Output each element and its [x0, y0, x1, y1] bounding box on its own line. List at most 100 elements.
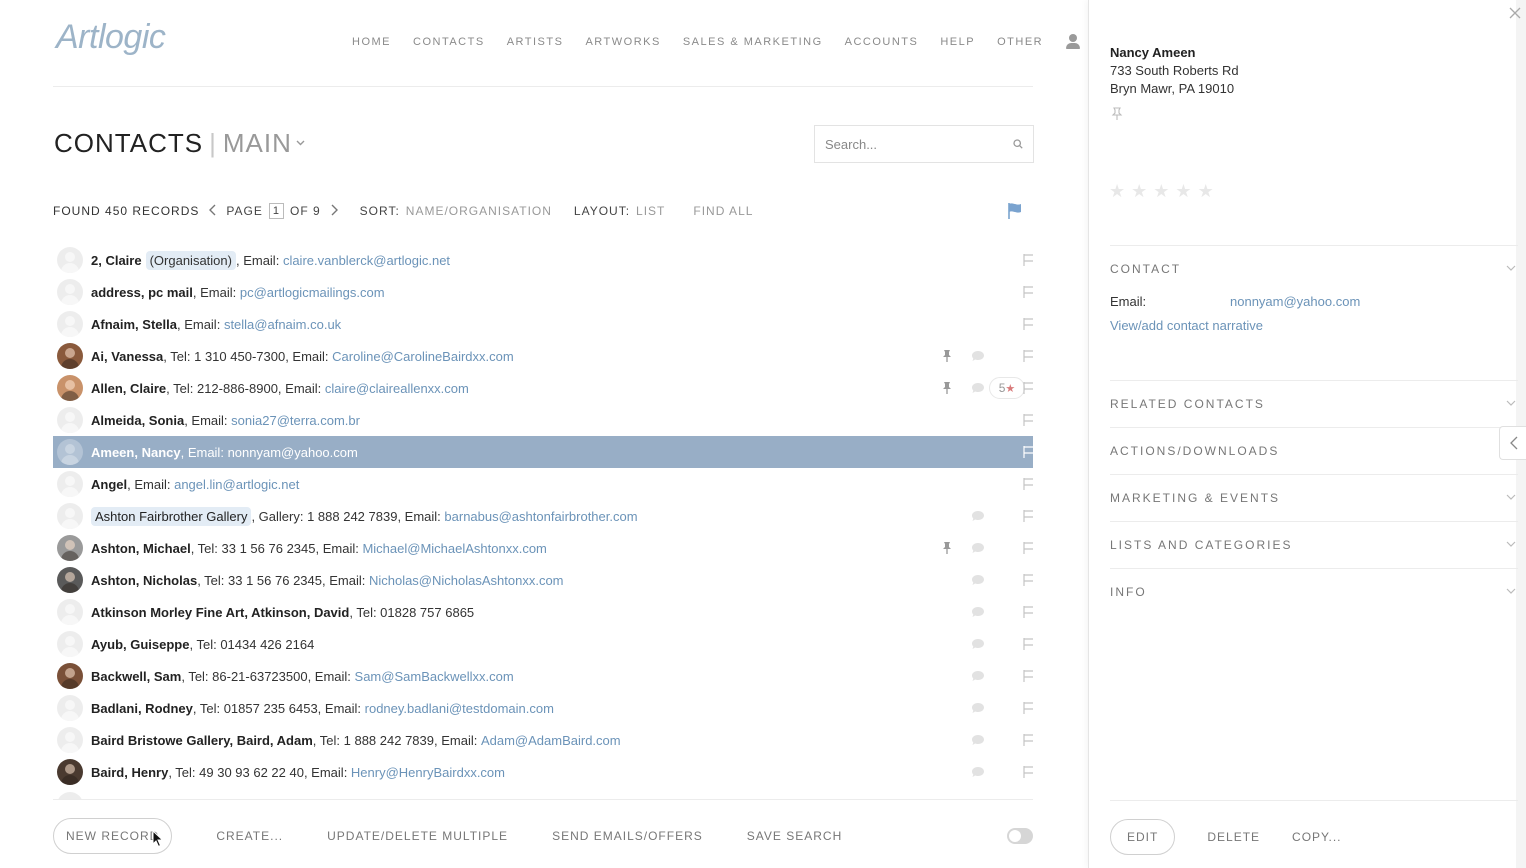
view-toggle[interactable]: [1007, 828, 1033, 844]
contact-email-link[interactable]: barnabus@ashtonfairbrother.com: [444, 509, 637, 524]
comment-icon[interactable]: [971, 638, 985, 650]
pin-icon[interactable]: [1110, 107, 1124, 121]
table-row[interactable]: Ai, Vanessa, Tel: 1 310 450-7300, Email:…: [53, 340, 1033, 372]
comment-icon[interactable]: [971, 766, 985, 778]
flag-icon[interactable]: [1022, 541, 1033, 555]
copy-button[interactable]: COPY...: [1292, 830, 1341, 844]
contact-email-link[interactable]: Michael@MichaelAshtonxx.com: [362, 541, 546, 556]
table-row-selected[interactable]: Ameen, Nancy, Email: nonnyam@yahoo.com: [53, 436, 1033, 468]
flag-icon[interactable]: [1022, 765, 1033, 779]
contact-email-link[interactable]: Henry@HenryBairdxx.com: [351, 765, 505, 780]
comment-icon[interactable]: [971, 542, 985, 554]
table-row[interactable]: Ashton Fairbrother Gallery, Gallery: 1 8…: [53, 500, 1033, 532]
section-actions-downloads[interactable]: ACTIONS/DOWNLOADS: [1110, 427, 1518, 474]
star-5-icon[interactable]: ★: [1198, 181, 1214, 202]
view-add-narrative-link[interactable]: View/add contact narrative: [1110, 318, 1263, 333]
section-info[interactable]: INFO: [1110, 568, 1518, 615]
save-search-button[interactable]: SAVE SEARCH: [747, 829, 842, 843]
nav-contacts[interactable]: CONTACTS: [413, 36, 485, 48]
star-2-icon[interactable]: ★: [1131, 181, 1147, 202]
table-row[interactable]: Badlani, Rodney, Tel: 01857 235 6453, Em…: [53, 692, 1033, 724]
contact-email-link[interactable]: Sam@SamBackwellxx.com: [355, 669, 514, 684]
page-number-input[interactable]: 1: [268, 203, 284, 219]
comment-icon[interactable]: [971, 606, 985, 618]
flag-icon[interactable]: [1022, 701, 1033, 715]
contact-email-link[interactable]: stella@afnaim.co.uk: [224, 317, 341, 332]
user-icon[interactable]: [1065, 34, 1081, 50]
nav-accounts[interactable]: ACCOUNTS: [845, 36, 919, 48]
pin-icon[interactable]: [940, 349, 954, 363]
nav-home[interactable]: HOME: [352, 36, 391, 48]
view-selector[interactable]: MAIN: [223, 128, 292, 158]
search-icon[interactable]: [1013, 139, 1023, 149]
table-row[interactable]: Ashton, Nicholas, Tel: 33 1 56 76 2345, …: [53, 564, 1033, 596]
contact-email-link[interactable]: Nicholas@NicholasAshtonxx.com: [369, 573, 564, 588]
table-row[interactable]: Ayub, Guiseppe, Tel: 01434 426 2164: [53, 628, 1033, 660]
flag-icon[interactable]: [1022, 381, 1033, 395]
table-row[interactable]: Afnaim, Stella, Email: stella@afnaim.co.…: [53, 308, 1033, 340]
flag-icon[interactable]: [1022, 733, 1033, 747]
nav-artworks[interactable]: ARTWORKS: [585, 36, 660, 48]
comment-icon[interactable]: [971, 734, 985, 746]
nav-sales-marketing[interactable]: SALES & MARKETING: [683, 36, 823, 48]
section-contact[interactable]: CONTACT: [1110, 245, 1518, 292]
edit-button[interactable]: EDIT: [1110, 819, 1176, 855]
contact-email-link[interactable]: claire.vanblerck@artlogic.net: [283, 253, 450, 268]
contact-email-link[interactable]: sonia27@terra.com.br: [231, 413, 360, 428]
send-emails-offers-button[interactable]: SEND EMAILS/OFFERS: [552, 829, 703, 843]
contact-email-link[interactable]: Adam@AdamBaird.com: [481, 733, 621, 748]
section-lists-categories[interactable]: LISTS AND CATEGORIES: [1110, 521, 1518, 568]
flag-icon[interactable]: [1022, 253, 1033, 267]
flag-icon[interactable]: [1022, 509, 1033, 523]
layout-selector[interactable]: LIST: [636, 204, 665, 218]
flag-icon[interactable]: [1022, 605, 1033, 619]
contact-email-link[interactable]: nonnyam@yahoo.com: [228, 445, 358, 460]
table-row[interactable]: Allen, Claire, Tel: 212-886-8900, Email:…: [53, 372, 1033, 404]
flag-icon[interactable]: [1022, 317, 1033, 331]
comment-icon[interactable]: [971, 382, 985, 394]
next-page-icon[interactable]: [331, 204, 338, 218]
chevron-down-icon[interactable]: [296, 135, 305, 149]
contact-email-link[interactable]: angel.lin@artlogic.net: [174, 477, 299, 492]
table-row[interactable]: Baird Bristowe Gallery, Baird, Adam, Tel…: [53, 724, 1033, 756]
delete-button[interactable]: DELETE: [1207, 830, 1260, 844]
contact-email-link[interactable]: Caroline@CarolineBairdxx.com: [332, 349, 514, 364]
comment-icon[interactable]: [971, 670, 985, 682]
flag-icon[interactable]: [1022, 573, 1033, 587]
table-row[interactable]: Baird, Henry, Tel: 49 30 93 62 22 40, Em…: [53, 756, 1033, 788]
contact-email-link[interactable]: rodney.badlani@testdomain.com: [365, 701, 554, 716]
flag-icon[interactable]: [1022, 413, 1033, 427]
flag-icon[interactable]: [1022, 637, 1033, 651]
sort-selector[interactable]: NAME/ORGANISATION: [406, 204, 552, 218]
comment-icon[interactable]: [971, 350, 985, 362]
star-4-icon[interactable]: ★: [1175, 181, 1191, 202]
update-delete-multiple-button[interactable]: UPDATE/DELETE MULTIPLE: [327, 829, 508, 843]
find-all-button[interactable]: FIND ALL: [693, 204, 753, 218]
panel-collapse-button[interactable]: [1499, 426, 1526, 460]
table-row[interactable]: address, pc mail, Email: pc@artlogicmail…: [53, 276, 1033, 308]
comment-icon[interactable]: [971, 574, 985, 586]
flag-icon[interactable]: [1022, 349, 1033, 363]
artlogic-logo[interactable]: Artlogic: [56, 18, 166, 57]
table-row[interactable]: Angel, Email: angel.lin@artlogic.net: [53, 468, 1033, 500]
table-row[interactable]: Ashton, Michael, Tel: 33 1 56 76 2345, E…: [53, 532, 1033, 564]
pin-icon[interactable]: [940, 381, 954, 395]
contact-email-link[interactable]: pc@artlogicmailings.com: [240, 285, 385, 300]
section-related-contacts[interactable]: RELATED CONTACTS: [1110, 380, 1518, 427]
table-row[interactable]: Atkinson Morley Fine Art, Atkinson, Davi…: [53, 596, 1033, 628]
close-icon[interactable]: [1508, 6, 1522, 20]
flag-icon[interactable]: [1007, 202, 1023, 220]
flag-icon[interactable]: [1022, 285, 1033, 299]
nav-artists[interactable]: ARTISTS: [507, 36, 564, 48]
create-button[interactable]: CREATE...: [216, 829, 283, 843]
comment-icon[interactable]: [971, 510, 985, 522]
star-1-icon[interactable]: ★: [1109, 181, 1125, 202]
flag-icon[interactable]: [1022, 445, 1033, 459]
prev-page-icon[interactable]: [209, 204, 216, 218]
table-row[interactable]: Backwell, Sam, Tel: 86-21-63723500, Emai…: [53, 660, 1033, 692]
pin-icon[interactable]: [940, 541, 954, 555]
nav-other[interactable]: OTHER: [997, 36, 1043, 48]
nav-help[interactable]: HELP: [940, 36, 975, 48]
email-value-link[interactable]: nonnyam@yahoo.com: [1230, 294, 1360, 309]
table-row[interactable]: Almeida, Sonia, Email: sonia27@terra.com…: [53, 404, 1033, 436]
